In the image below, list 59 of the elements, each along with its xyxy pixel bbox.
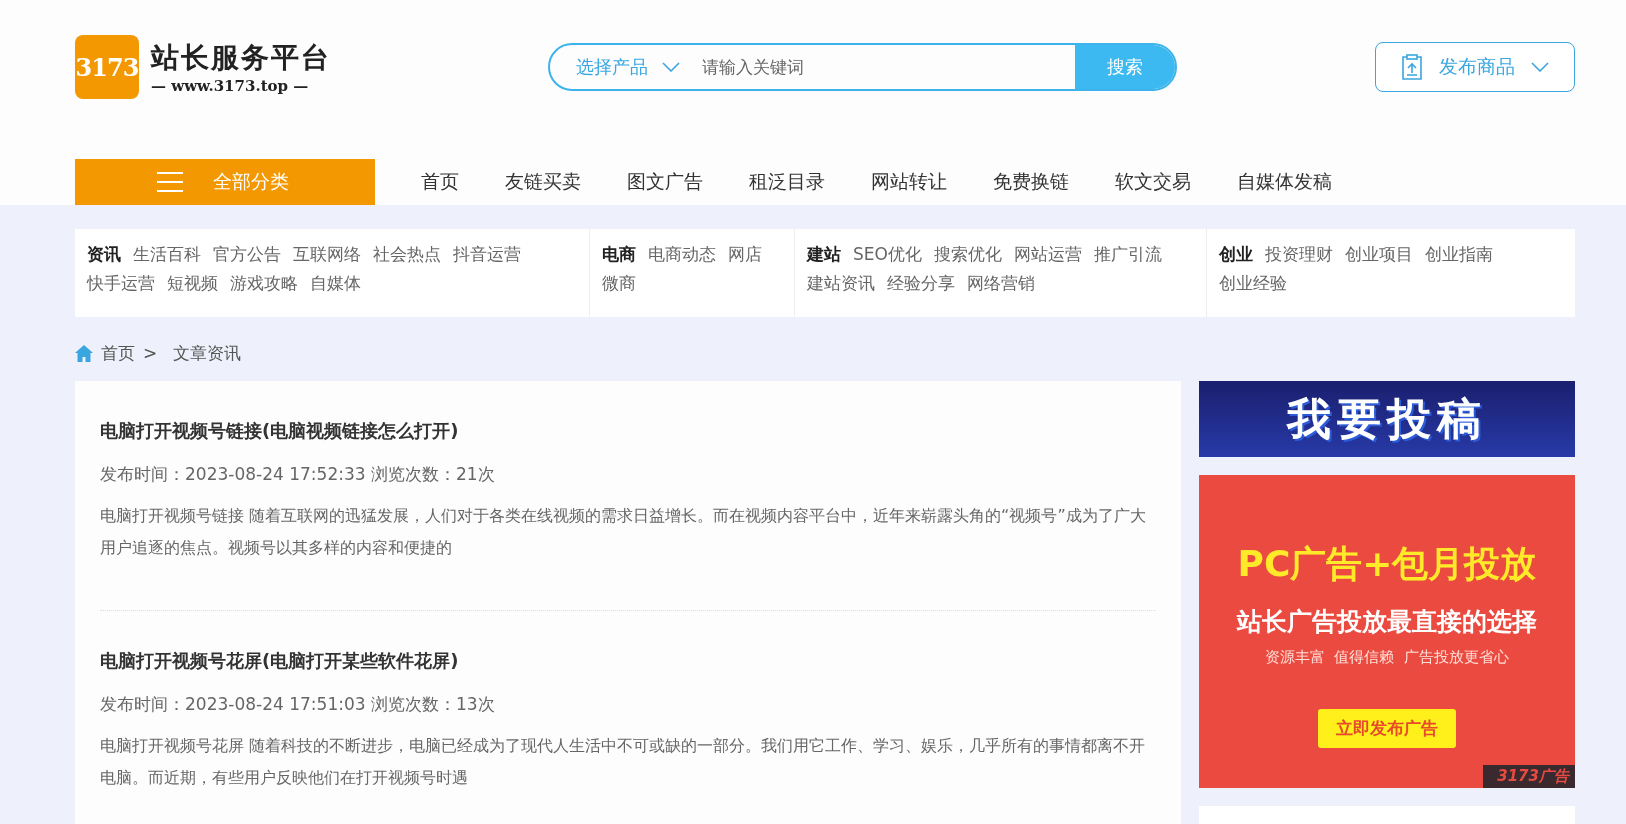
category-link[interactable]: 创业项目: [1345, 243, 1413, 266]
menu-icon: [157, 171, 183, 193]
article-meta: 发布时间：2023-08-24 17:52:33 浏览次数：21次: [100, 463, 496, 486]
site-url: — www.3173.top —: [151, 77, 310, 95]
home-icon: [75, 344, 93, 362]
category-link[interactable]: 推广引流: [1093, 243, 1162, 266]
category-link[interactable]: 自媒体: [310, 272, 361, 295]
nav-link[interactable]: 首页: [421, 169, 459, 195]
category-link[interactable]: 短视频: [167, 272, 218, 295]
article-excerpt: 电脑打开视频号链接 随着互联网的迅猛发展，人们对于各类在线视频的需求日益增长。而在视频内容平台中，近年来崭露头角的“视频号”成为了广大用户追逐的焦点。视频号以其多样的内容和便捷的: [100, 505, 1147, 559]
category-link[interactable]: 创业指南: [1425, 243, 1493, 266]
nav-link[interactable]: 网站转让: [871, 169, 947, 195]
ad-banner[interactable]: PC广告+包月投放 站长广告投放最直接的选择 资源丰富 值得信赖 广告投放更省心 立即发布广告 3173广告: [1199, 475, 1575, 788]
category-title[interactable]: 电商: [602, 243, 636, 266]
category-link[interactable]: 创业经验: [1219, 272, 1287, 295]
breadcrumb-separator: >: [143, 343, 158, 363]
nav-link[interactable]: 免费换链: [993, 169, 1069, 195]
clipboard-icon: [1401, 54, 1423, 80]
category-link[interactable]: 生活百科: [133, 243, 201, 266]
category-link[interactable]: 网店: [728, 243, 762, 266]
category-link[interactable]: 网站运营: [1013, 243, 1082, 266]
banner-cta: 立即发布广告: [1318, 709, 1456, 748]
category-title[interactable]: 资讯: [87, 243, 121, 266]
category-link[interactable]: 电商动态: [648, 243, 716, 266]
banner-tagline: 资源丰富 值得信赖 广告投放更省心: [1264, 648, 1510, 667]
submit-banner[interactable]: 我要投稿: [1199, 381, 1575, 457]
banner-heading: 我要投稿: [1287, 391, 1487, 446]
category-link[interactable]: 投资理财: [1265, 243, 1333, 266]
category-link[interactable]: 社会热点: [373, 243, 441, 266]
category-link[interactable]: 快手运营: [87, 272, 155, 295]
category-link[interactable]: 官方公告: [213, 243, 281, 266]
banner-subhead: 站长广告投放最直接的选择: [1237, 606, 1537, 638]
breadcrumb-current: 文章资讯: [173, 341, 242, 365]
article-title[interactable]: 电脑打开视频号链接(电脑视频链接怎么打开): [100, 419, 1156, 443]
article-meta: 发布时间：2023-08-24 17:51:03 浏览次数：13次: [100, 693, 496, 716]
nav-link[interactable]: 图文广告: [627, 169, 703, 195]
category-link[interactable]: 抖音运营: [453, 243, 521, 266]
category-link[interactable]: SEO优化: [853, 243, 922, 266]
nav-link[interactable]: 软文交易: [1115, 169, 1191, 195]
article-excerpt: 电脑打开视频号花屏 随着科技的不断进步，电脑已经成为了现代人生活中不可或缺的一部分。我们用它工作、学习、娱乐，几乎所有的事情都离不开电脑。而近期，有些用户反映他们在打开视频号时遇: [100, 735, 1147, 789]
category-link[interactable]: 网络营销: [967, 272, 1035, 295]
nav-link[interactable]: 自媒体发稿: [1237, 169, 1332, 195]
category-link[interactable]: 搜索优化: [933, 243, 1002, 266]
chevron-down-icon: [662, 62, 680, 72]
category-link[interactable]: 互联网络: [293, 243, 361, 266]
chevron-down-icon: [1531, 62, 1549, 72]
category-title[interactable]: 建站: [807, 243, 841, 266]
banner-headline: PC广告+包月投放: [1237, 542, 1537, 586]
category-title[interactable]: 创业: [1219, 243, 1253, 266]
banner-corner-label: 3173广告: [1483, 765, 1575, 788]
nav-link[interactable]: 租泛目录: [749, 169, 825, 195]
breadcrumb-link[interactable]: 首页: [101, 341, 135, 365]
nav-link[interactable]: 友链买卖: [505, 169, 581, 195]
category-link[interactable]: 微商: [602, 272, 636, 295]
article-title[interactable]: 电脑打开视频号花屏(电脑打开某些软件花屏): [100, 649, 1156, 673]
category-link[interactable]: 经验分享: [887, 272, 955, 295]
category-link[interactable]: 游戏攻略: [230, 272, 298, 295]
site-name: 站长服务平台: [151, 40, 331, 76]
category-link[interactable]: 建站资讯: [807, 272, 875, 295]
